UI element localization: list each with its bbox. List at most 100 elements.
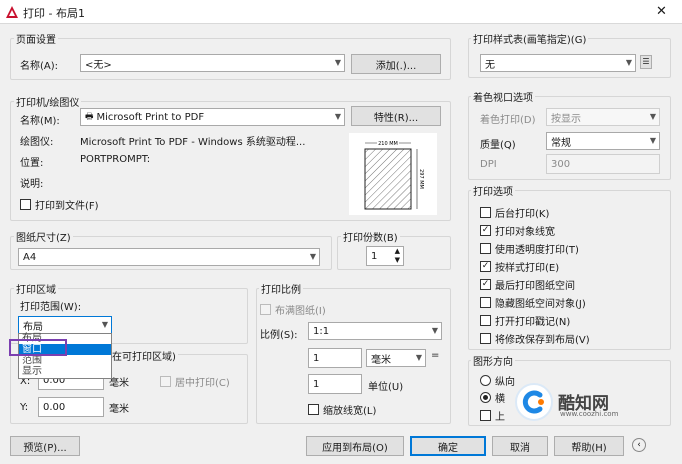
fit-to-paper-checkbox[interactable]: 布满图纸(I) [260,302,326,317]
apply-to-layout-button[interactable]: 应用到布局(O) [306,436,404,456]
center-plot-checkbox[interactable]: 居中打印(C) [160,374,230,389]
printer-name-select[interactable]: 🖶 Microsoft Print to PDF ▼ [80,108,345,126]
plot-option-checkbox[interactable]: 后台打印(K) [480,203,668,221]
plot-range-label: 打印范围(W): [20,302,82,313]
chevron-down-icon: ▼ [101,320,108,329]
plotter-value: Microsoft Print To PDF - Windows 系统驱动程..… [80,137,306,148]
shade-plot-select[interactable]: 按显示 ▼ [546,108,660,126]
printer-name-value: Microsoft Print to PDF [96,111,205,123]
scale-lineweight-checkbox[interactable]: 缩放线宽(L) [308,402,376,417]
preview-button[interactable]: 预览(P)... [10,436,80,456]
scale-units-value: 1 [313,378,320,390]
location-label: 位置: [20,158,44,169]
plot-option-checkbox[interactable]: ✓ 最后打印图纸空间 [480,275,668,293]
quality-label: 质量(Q) [480,140,516,151]
plot-option-box[interactable] [480,332,491,344]
orientation-label: 图形方向 [471,353,515,368]
ok-button[interactable]: 确定 [410,436,486,456]
chevron-down-icon: ▼ [309,252,316,261]
fit-to-paper-box[interactable] [260,304,271,315]
plot-scale-label: 打印比例 [259,281,303,296]
offset-y-value: 0.00 [43,401,66,413]
dpi-label: DPI [480,159,497,170]
style-table-label: 打印样式表(画笔指定)(G) [471,31,589,46]
page-setup-name-select[interactable]: <无> ▼ [80,54,345,72]
center-plot-label: 居中打印(C) [175,378,230,389]
plot-option-box[interactable]: ✓ [480,224,491,236]
copies-label: 打印份数(B) [341,229,400,244]
chevron-down-icon: ▼ [649,112,656,121]
cancel-button[interactable]: 取消 [492,436,548,456]
highlight-box [9,339,67,356]
page-setup-name-value: <无> [85,59,112,71]
plot-option-checkbox[interactable]: ✓ 打印对象线宽 [480,221,668,239]
location-value: PORTPROMPT: [80,154,151,165]
collapse-arrow-icon[interactable]: ‹ [632,438,646,452]
paper-height-label: 297 MM [418,169,424,189]
properties-button[interactable]: 特性(R)... [351,106,441,126]
print-to-file-label: 打印到文件(F) [35,201,99,212]
print-to-file-checkbox[interactable]: 打印到文件(F) [20,197,99,212]
plot-option-box[interactable] [480,296,491,308]
help-button[interactable]: 帮助(H) [554,436,624,456]
style-table-select[interactable]: 无 ▼ [480,54,636,72]
copies-input[interactable]: 1 ▲ ▼ [366,246,404,266]
watermark-url: www.coozhi.com [560,410,619,418]
plot-option-box[interactable]: ✓ [480,260,491,272]
plot-option-box[interactable] [480,314,491,326]
shade-plot-label: 着色打印(D) [480,115,536,126]
plot-range-select[interactable]: 布局 ▼ [18,316,112,334]
scale-unit-select[interactable]: 毫米 ▼ [366,349,426,367]
units-label: 单位(U) [368,382,404,393]
portrait-radio[interactable]: 纵向 [480,373,515,388]
plot-option-checkbox[interactable]: 隐藏图纸空间对象(J) [480,293,668,311]
plot-option-label: 打开打印戳记(N) [495,316,571,328]
dropdown-option-extents[interactable]: 范围 [22,355,42,366]
portrait-radio-button[interactable] [480,375,491,386]
chevron-down-icon: ▼ [649,136,656,145]
plot-offset-label: 在可打印区域) [110,348,178,363]
printer-group-label: 打印机/绘图仪 [14,94,82,109]
paper-size-label: 图纸尺寸(Z) [14,229,73,244]
edit-style-icon[interactable]: ☰ [640,55,652,69]
center-plot-box[interactable] [160,376,171,387]
offset-y-input[interactable]: 0.00 [38,397,104,417]
close-button[interactable]: ✕ [656,4,667,19]
upside-down-box[interactable] [480,410,491,421]
add-button[interactable]: 添加(.)... [351,54,441,74]
plot-option-label: 将修改保存到布局(V) [495,334,590,346]
window-title: 打印 - 布局1 [23,7,85,20]
landscape-radio[interactable]: 横 [480,390,505,405]
quality-select[interactable]: 常规 ▼ [546,132,660,150]
plot-option-label: 打印对象线宽 [495,226,555,238]
scale-lineweight-box[interactable] [308,404,319,415]
dpi-value: 300 [551,158,571,170]
landscape-radio-button[interactable] [480,392,491,403]
plot-option-checkbox[interactable]: 将修改保存到布局(V) [480,329,668,347]
plot-option-label: 隐藏图纸空间对象(J) [495,298,586,310]
print-to-file-box[interactable] [20,199,31,210]
plot-option-box[interactable] [480,242,491,254]
paper-size-select[interactable]: A4 ▼ [18,248,320,266]
upside-down-checkbox[interactable]: 上 [480,408,505,423]
scale-select[interactable]: 1:1 ▼ [308,322,442,340]
copies-spinner[interactable]: ▲ ▼ [395,247,400,265]
plot-option-box[interactable] [480,206,491,218]
equals-sign: = [431,350,440,361]
chevron-down-icon: ▼ [415,353,422,362]
printer-icon: 🖶 [85,112,94,122]
scale-units-input[interactable]: 1 [308,374,362,394]
plot-option-label: 按样式打印(E) [495,262,560,274]
plot-option-checkbox[interactable]: ✓ 按样式打印(E) [480,257,668,275]
plot-option-box[interactable]: ✓ [480,278,491,290]
page-setup-name-label: 名称(A): [20,61,59,72]
description-label: 说明: [20,179,44,190]
dpi-input[interactable]: 300 [546,154,660,174]
plot-option-checkbox[interactable]: 使用透明度打印(T) [480,239,668,257]
plot-option-checkbox[interactable]: 打开打印戳记(N) [480,311,668,329]
dropdown-option-display[interactable]: 显示 [22,366,42,377]
scale-mm-input[interactable]: 1 [308,348,362,368]
plot-range-value: 布局 [23,321,43,333]
scale-label: 比例(S): [260,330,298,341]
chevron-down-icon: ▼ [334,58,341,67]
